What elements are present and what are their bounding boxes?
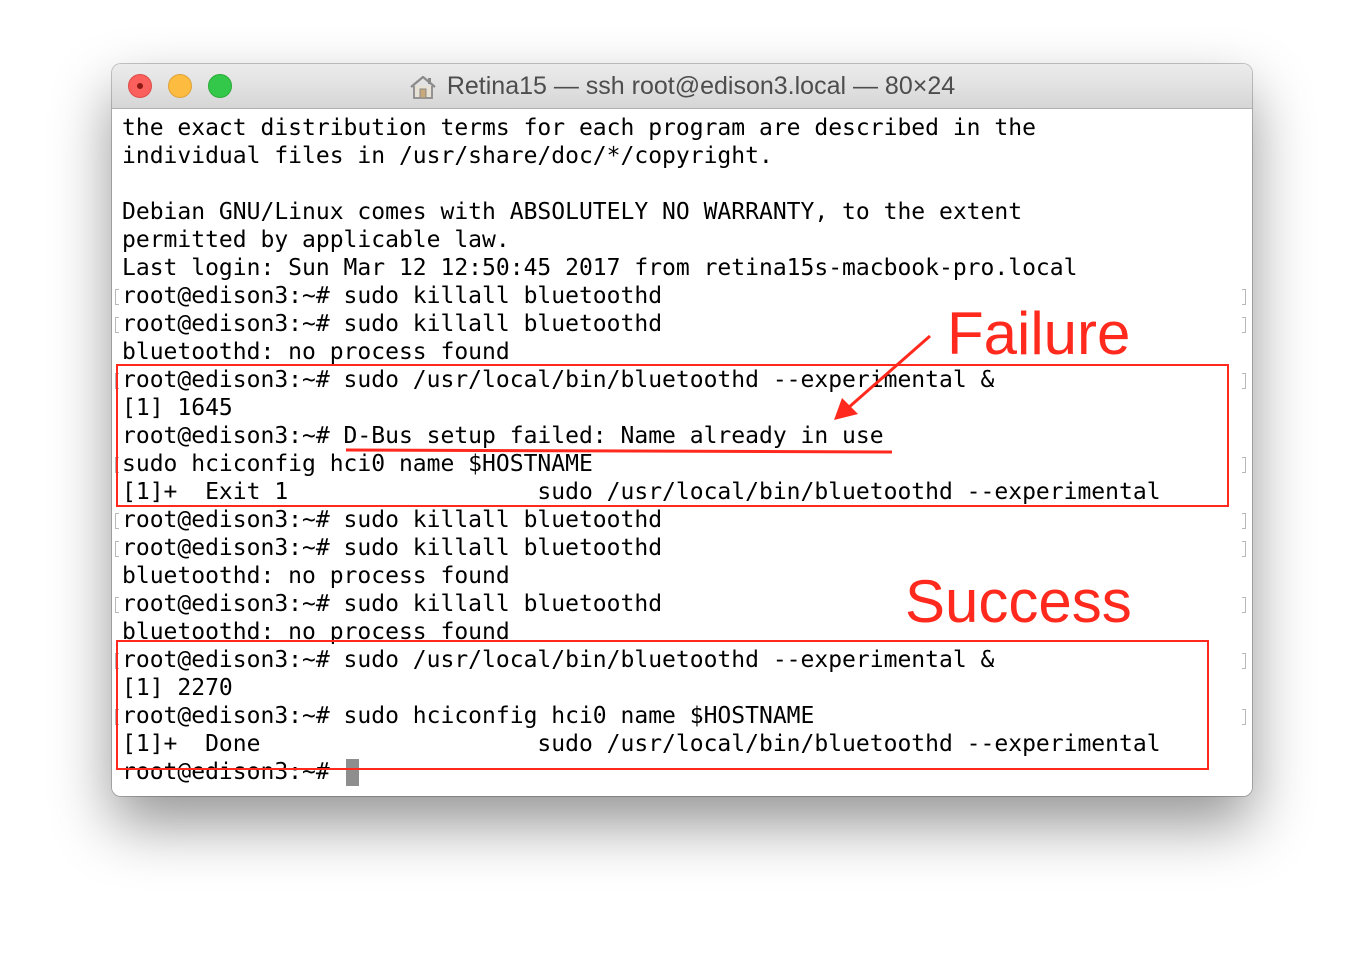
terminal-line: [1]+ Exit 1 sudo /usr/local/bin/bluetoot… <box>122 479 1161 505</box>
terminal-line: root@edison3:~# D-Bus setup failed: Name… <box>122 423 884 449</box>
terminal-line: the exact distribution terms for each pr… <box>122 115 1036 141</box>
terminal-line: sudo hciconfig hci0 name $HOSTNAME <box>122 451 593 477</box>
title-bar[interactable]: Retina15 — ssh root@edison3.local — 80×2… <box>112 64 1252 109</box>
terminal-line: permitted by applicable law. <box>122 227 510 253</box>
terminal-line: [1] 2270 <box>122 675 233 701</box>
command-mark <box>1242 597 1246 613</box>
terminal-line: root@edison3:~# sudo hciconfig hci0 name… <box>122 703 815 729</box>
command-mark <box>1242 317 1246 333</box>
text-cursor <box>346 759 359 786</box>
terminal-line: root@edison3:~# sudo killall bluetoothd <box>122 535 663 561</box>
command-mark <box>115 709 119 725</box>
command-mark <box>115 317 119 333</box>
terminal-line: root@edison3:~# sudo killall bluetoothd <box>122 311 663 337</box>
terminal-line: individual files in /usr/share/doc/*/cop… <box>122 143 773 169</box>
command-mark <box>1242 373 1246 389</box>
terminal-line: [1]+ Done sudo /usr/local/bin/bluetoothd… <box>122 731 1161 757</box>
command-mark <box>1242 541 1246 557</box>
command-mark <box>115 541 119 557</box>
home-icon <box>409 74 437 100</box>
terminal-prompt: root@edison3:~# <box>122 759 344 785</box>
command-mark <box>1242 457 1246 473</box>
terminal-line: bluetoothd: no process found <box>122 339 510 365</box>
command-mark <box>115 597 119 613</box>
terminal-line: root@edison3:~# sudo /usr/local/bin/blue… <box>122 647 995 673</box>
terminal-window: Retina15 — ssh root@edison3.local — 80×2… <box>112 64 1252 796</box>
terminal-line: root@edison3:~# sudo killall bluetoothd <box>122 283 663 309</box>
terminal-line: bluetoothd: no process found <box>122 563 510 589</box>
command-mark <box>115 653 119 669</box>
terminal-line: Last login: Sun Mar 12 12:50:45 2017 fro… <box>122 255 1078 281</box>
terminal-line: root@edison3:~# sudo killall bluetoothd <box>122 591 663 617</box>
command-mark <box>1242 289 1246 305</box>
command-mark <box>1242 653 1246 669</box>
terminal-line: root@edison3:~# sudo killall bluetoothd <box>122 507 663 533</box>
window-title-container: Retina15 — ssh root@edison3.local — 80×2… <box>112 64 1252 109</box>
command-mark <box>115 457 119 473</box>
terminal-line: root@edison3:~# sudo /usr/local/bin/blue… <box>122 367 995 393</box>
terminal-line: bluetoothd: no process found <box>122 619 510 645</box>
command-mark <box>115 289 119 305</box>
window-title: Retina15 — ssh root@edison3.local — 80×2… <box>446 72 956 100</box>
terminal-line: Debian GNU/Linux comes with ABSOLUTELY N… <box>122 199 1023 225</box>
terminal-line: [1] 1645 <box>122 395 233 421</box>
command-mark <box>1242 513 1246 529</box>
command-mark <box>115 373 119 389</box>
command-mark <box>115 513 119 529</box>
command-mark <box>1242 709 1246 725</box>
terminal-content[interactable]: the exact distribution terms for each pr… <box>112 109 1252 796</box>
